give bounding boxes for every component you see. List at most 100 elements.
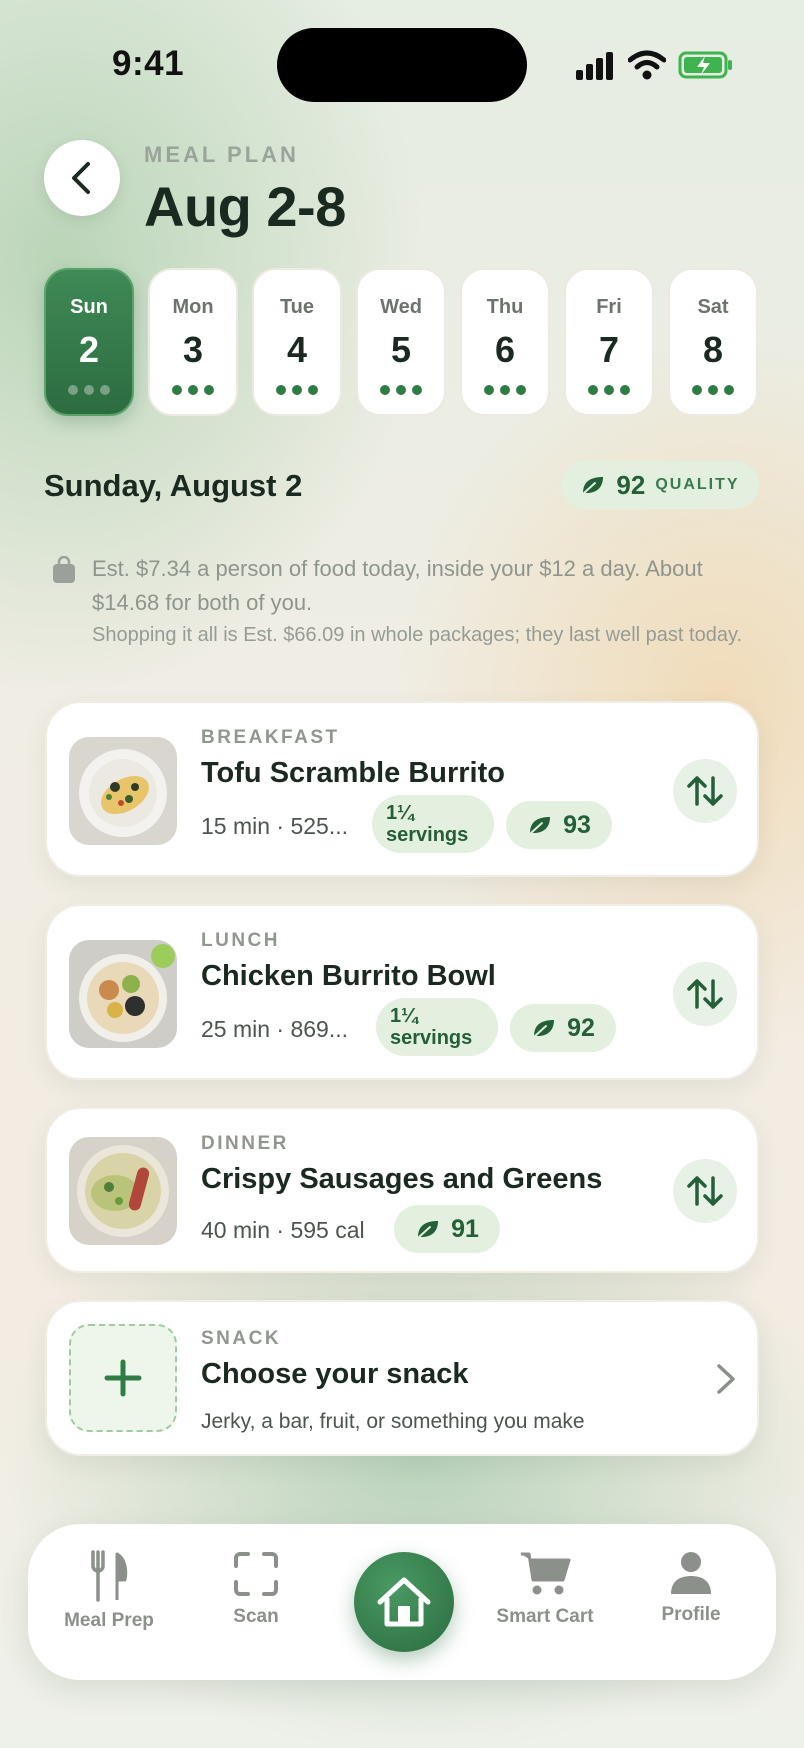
day-number: 6: [494, 329, 516, 370]
servings-badge: 1¼ servings: [376, 998, 498, 1056]
swap-arrows-icon: [687, 1176, 723, 1206]
meal-meta: 15 min · 525...: [201, 813, 349, 839]
page-title: Aug 2-8: [144, 175, 346, 238]
day-tab-thu[interactable]: Thu 6: [460, 268, 550, 416]
day-tab-sat[interactable]: Sat 8: [668, 268, 758, 416]
swap-arrows-icon: [687, 979, 723, 1009]
profile-icon: [671, 1552, 711, 1594]
meal-dots: [462, 385, 548, 395]
meal-card-breakfast[interactable]: BREAKFAST Tofu Scramble Burrito 15 min ·…: [45, 701, 759, 877]
chevron-left-icon: [72, 162, 90, 194]
day-name: Thu: [486, 296, 524, 318]
swap-meal-button[interactable]: [673, 1159, 737, 1223]
meal-card-dinner[interactable]: DINNER Crispy Sausages and Greens 40 min…: [45, 1107, 759, 1273]
day-name: Mon: [172, 296, 214, 318]
nav-label: Profile: [661, 1604, 721, 1625]
meal-score: 93: [563, 810, 591, 839]
day-number: 2: [78, 329, 100, 370]
dynamic-island: [277, 28, 527, 102]
meal-score-badge: 93: [506, 801, 612, 849]
day-number: 3: [182, 329, 204, 370]
cart-icon: [521, 1552, 571, 1595]
meal-dots: [46, 385, 132, 395]
wifi-icon: [628, 50, 666, 80]
day-number: 5: [390, 329, 412, 370]
back-button[interactable]: [44, 140, 120, 216]
day-tab-sun[interactable]: Sun 2: [44, 268, 134, 416]
day-strip: Sun 2 Mon 3 Tue 4 Wed 5 Thu 6 Fri 7 Sat …: [44, 268, 760, 418]
swap-arrows-icon: [687, 776, 723, 806]
day-name: Sun: [70, 296, 108, 318]
status-time: 9:41: [112, 44, 185, 83]
meal-meta: 40 min · 595 cal: [201, 1217, 365, 1243]
battery-charging-icon: [678, 51, 732, 79]
leaf-icon: [418, 1221, 439, 1238]
meal-name: Tofu Scramble Burrito: [201, 757, 505, 789]
page-eyebrow: MEAL PLAN: [144, 142, 299, 167]
snack-card[interactable]: SNACK Choose your snack Jerky, a bar, fr…: [45, 1300, 759, 1456]
meal-type-label: DINNER: [201, 1133, 289, 1154]
quality-badge: 92 QUALITY: [561, 461, 759, 509]
meal-photo: [69, 1137, 177, 1245]
chevron-right-icon: [717, 1364, 735, 1394]
meal-type-label: BREAKFAST: [201, 727, 340, 748]
day-name: Wed: [380, 296, 422, 318]
meal-photo: [69, 737, 177, 845]
day-number: 4: [286, 329, 308, 370]
meal-card-lunch[interactable]: LUNCH Chicken Burrito Bowl 25 min · 869.…: [45, 904, 759, 1080]
meal-score-badge: 91: [394, 1205, 500, 1253]
nav-scan[interactable]: Scan: [191, 1550, 321, 1628]
servings-badge: 1¼ servings: [372, 795, 494, 853]
day-tab-fri[interactable]: Fri 7: [564, 268, 654, 416]
meal-photo: [69, 940, 177, 1048]
cellular-signal-icon: [576, 52, 613, 80]
selected-date-heading: Sunday, August 2: [44, 468, 303, 503]
nav-home-button[interactable]: [354, 1552, 454, 1652]
leaf-icon: [583, 477, 604, 494]
meal-type-label: SNACK: [201, 1328, 282, 1349]
bottom-nav: Meal Prep Scan Smart Cart Profile: [28, 1524, 776, 1680]
day-name: Fri: [596, 296, 622, 318]
day-name: Sat: [697, 296, 729, 318]
plus-icon: [104, 1359, 142, 1397]
day-number: 8: [702, 329, 724, 370]
meal-type-label: LUNCH: [201, 930, 280, 951]
nav-meal-prep[interactable]: Meal Prep: [44, 1550, 174, 1632]
meal-name: Chicken Burrito Bowl: [201, 960, 496, 992]
swap-meal-button[interactable]: [673, 962, 737, 1026]
home-icon: [377, 1577, 431, 1627]
leaf-icon: [534, 1020, 555, 1037]
meal-name: Crispy Sausages and Greens: [201, 1163, 603, 1195]
meal-dots: [566, 385, 652, 395]
leaf-icon: [530, 817, 551, 834]
quality-score: 92: [616, 469, 646, 500]
day-tab-tue[interactable]: Tue 4: [252, 268, 342, 416]
add-snack-button[interactable]: [69, 1324, 177, 1432]
nav-label: Meal Prep: [64, 1610, 154, 1631]
nav-smart-cart[interactable]: Smart Cart: [480, 1550, 610, 1628]
nav-label: Scan: [233, 1606, 279, 1627]
meal-dots: [150, 385, 236, 395]
day-number: 7: [598, 329, 620, 370]
snack-subtitle: Jerky, a bar, fruit, or something you ma…: [201, 1410, 585, 1433]
nav-profile[interactable]: Profile: [626, 1550, 756, 1626]
quality-label: QUALITY: [655, 476, 740, 493]
status-bar: 9:41: [0, 0, 804, 130]
nav-label: Smart Cart: [496, 1606, 594, 1627]
day-tab-mon[interactable]: Mon 3: [148, 268, 238, 416]
day-tab-wed[interactable]: Wed 5: [356, 268, 446, 416]
meal-score-badge: 92: [510, 1004, 616, 1052]
meal-meta: 25 min · 869...: [201, 1016, 349, 1042]
meal-score: 91: [451, 1214, 479, 1243]
snack-title: Choose your snack: [201, 1358, 469, 1390]
shopping-estimate: Shopping it all is Est. $66.09 in whole …: [92, 624, 743, 646]
swap-meal-button[interactable]: [673, 759, 737, 823]
shopping-bag-icon: [53, 556, 75, 583]
meal-dots: [358, 385, 444, 395]
day-name: Tue: [279, 296, 315, 318]
fork-knife-icon: [91, 1550, 128, 1602]
meal-dots: [254, 385, 340, 395]
meal-dots: [670, 385, 756, 395]
budget-estimate: Est. $7.34 a person of food today, insid…: [92, 556, 703, 615]
meal-score: 92: [567, 1013, 595, 1042]
